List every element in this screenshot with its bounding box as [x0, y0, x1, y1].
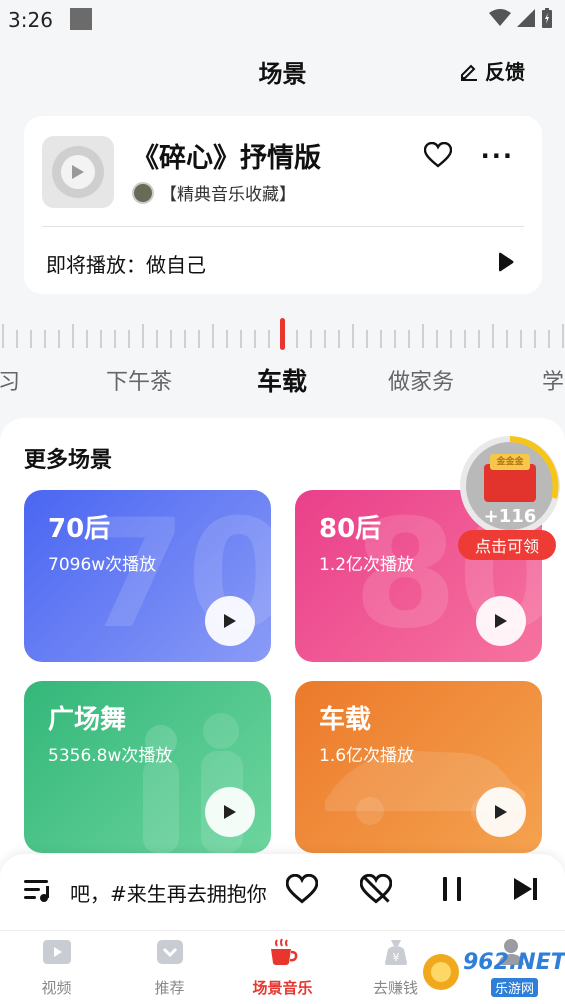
coin-badge: 金金金 — [490, 454, 530, 470]
claim-button[interactable]: 点击可领 — [458, 530, 556, 560]
scene-tab[interactable]: 学 — [542, 364, 564, 396]
card-play-count: 7096w次播放 — [48, 555, 157, 575]
battery-icon — [542, 8, 552, 28]
card-name: 80后 — [319, 514, 382, 544]
scene-card-square-dance[interactable]: 广场舞 5356.8w次播放 — [24, 681, 271, 853]
tab-video[interactable]: 视频 — [0, 937, 113, 998]
card-play-button[interactable] — [205, 596, 255, 646]
tab-scene-music[interactable]: 场景音乐 — [226, 937, 339, 998]
red-envelope-icon: 金金金 — [484, 454, 536, 502]
play-icon — [499, 252, 514, 272]
notification-icon — [70, 8, 92, 30]
watermark-subtext: 乐游网 — [491, 978, 539, 997]
play-icon — [224, 805, 236, 819]
next-song-label: 即将播放：做自己 — [46, 253, 206, 277]
card-play-count: 1.2亿次播放 — [319, 555, 415, 575]
play-icon — [72, 165, 84, 179]
site-watermark-logo: 962.NET 乐游网 — [421, 948, 565, 998]
scene-card-car[interactable]: 车载 1.6亿次播放 — [295, 681, 542, 853]
playlist-button[interactable] — [22, 876, 52, 908]
scene-card-70s[interactable]: 70 70后 7096w次播放 — [24, 490, 271, 662]
scene-tab[interactable]: 下午茶 — [106, 364, 172, 396]
broken-heart-icon — [359, 873, 393, 904]
play-icon — [224, 614, 236, 628]
album-cover[interactable] — [42, 136, 114, 208]
skip-next-icon — [514, 878, 537, 900]
money-bag-icon: ¥ — [384, 940, 407, 965]
card-play-count: 1.6亿次播放 — [319, 746, 415, 766]
play-icon — [495, 805, 507, 819]
coffee-cup-icon — [270, 938, 297, 965]
pause-button[interactable] — [440, 874, 464, 908]
card-name: 70后 — [48, 514, 111, 544]
status-icons — [489, 8, 553, 28]
album-name: 【精典音乐收藏】 — [160, 185, 296, 205]
scene-ruler-slider[interactable] — [0, 318, 565, 354]
dislike-button[interactable] — [359, 873, 393, 908]
card-play-button[interactable] — [476, 787, 526, 837]
lyrics-marquee: 吧，#来生再去拥抱你 — [70, 882, 266, 906]
play-icon — [495, 614, 507, 628]
watermark-text: 962.NET — [463, 950, 565, 975]
signal-icon — [517, 9, 535, 27]
favorite-button[interactable] — [285, 873, 319, 908]
favorite-button[interactable] — [423, 141, 453, 172]
feedback-button[interactable]: 反馈 — [459, 56, 525, 85]
tab-label: 场景音乐 — [252, 979, 313, 997]
svg-text:¥: ¥ — [392, 951, 399, 964]
song-album[interactable]: 【精典音乐收藏】 — [132, 180, 296, 205]
now-playing-card[interactable]: 《碎心》抒情版 【精典音乐收藏】 ··· 即将播放：做自己 — [24, 116, 542, 294]
card-play-button[interactable] — [476, 596, 526, 646]
edit-icon — [461, 64, 477, 81]
scene-tab[interactable]: 习 — [0, 364, 20, 396]
tab-label: 推荐 — [154, 979, 185, 997]
tab-label: 视频 — [41, 979, 72, 997]
divider — [42, 226, 524, 227]
scene-tab[interactable]: 做家务 — [388, 364, 454, 396]
album-avatar — [132, 181, 154, 204]
page-header: 场景 反馈 — [0, 44, 565, 100]
more-icon[interactable]: ··· — [481, 142, 514, 170]
recommend-icon — [156, 940, 183, 964]
card-name: 广场舞 — [48, 705, 127, 735]
section-title: 更多场景 — [24, 448, 113, 473]
status-bar: 3:26 — [0, 0, 565, 40]
heart-icon — [285, 873, 319, 904]
card-name: 车载 — [319, 705, 372, 735]
red-packet-reward[interactable]: 金金金 +116 点击可领 — [458, 436, 562, 562]
next-track-button[interactable] — [512, 874, 540, 908]
card-play-button[interactable] — [205, 787, 255, 837]
heart-icon — [423, 141, 453, 168]
wifi-icon — [489, 9, 511, 26]
scene-tabs: 习 下午茶 车载 做家务 学 — [0, 360, 565, 400]
pause-icon — [443, 877, 461, 901]
next-play-button[interactable] — [498, 252, 514, 276]
song-title: 《碎心》抒情版 — [132, 143, 321, 174]
video-icon — [42, 940, 71, 964]
tab-recommend[interactable]: 推荐 — [113, 937, 226, 998]
coin-badge-text: 金金金 — [496, 457, 524, 467]
scene-tab-active[interactable]: 车载 — [257, 362, 307, 398]
playlist-icon — [24, 880, 49, 902]
status-time: 3:26 — [8, 8, 53, 32]
reward-amount: +116 — [483, 506, 537, 527]
feedback-label: 反馈 — [485, 60, 525, 84]
ruler-indicator[interactable] — [280, 318, 285, 350]
card-play-count: 5356.8w次播放 — [48, 746, 173, 766]
mini-player[interactable]: 吧，#来生再去拥抱你 — [0, 854, 565, 930]
